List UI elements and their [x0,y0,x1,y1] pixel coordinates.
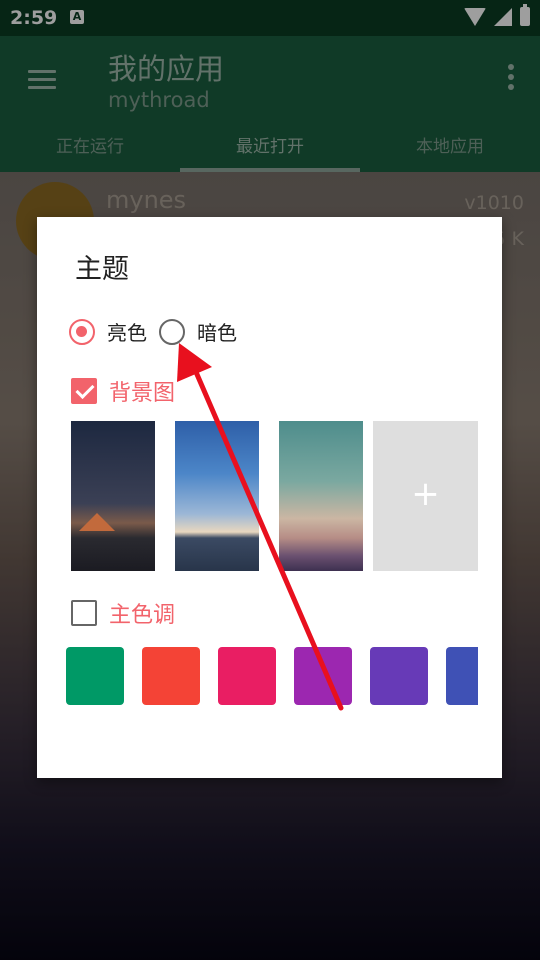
dialog-title: 主题 [75,254,129,285]
dark-theme-radio[interactable] [159,318,185,345]
wallpaper-thumbnail-sky[interactable] [175,421,259,571]
color-swatch[interactable] [370,647,428,705]
color-swatch[interactable] [294,647,352,705]
wallpaper-thumbnail-teal[interactable] [279,421,363,571]
theme-radio-group: 亮色 暗色 [69,317,249,346]
light-theme-radio[interactable] [69,318,95,345]
color-swatch[interactable] [218,647,276,705]
theme-dialog: 主题 亮色 暗色 背景图 + 主色调 [37,217,502,778]
light-theme-label[interactable]: 亮色 [107,317,147,346]
color-swatches [66,647,478,705]
add-wallpaper-button[interactable]: + [373,421,478,571]
primary-color-checkbox[interactable] [71,600,97,626]
color-swatch[interactable] [142,647,200,705]
color-swatch[interactable] [446,647,478,705]
background-image-label[interactable]: 背景图 [109,375,175,407]
background-image-checkbox[interactable] [71,378,97,404]
plus-icon: + [411,474,440,514]
background-image-option: 背景图 [71,375,175,407]
dark-theme-label[interactable]: 暗色 [197,317,237,346]
wallpaper-thumbnail-mountain[interactable] [71,421,155,571]
primary-color-option: 主色调 [71,597,175,629]
wallpaper-thumbnails: + [71,421,481,571]
color-swatch[interactable] [66,647,124,705]
primary-color-label[interactable]: 主色调 [109,597,175,629]
